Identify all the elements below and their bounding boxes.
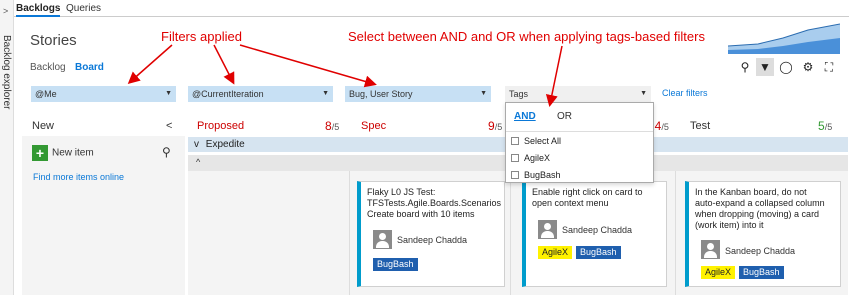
tags-filter[interactable]: Tags ▼: [505, 86, 651, 102]
avatar: [701, 240, 720, 259]
tag-agilex: AgileX: [701, 266, 736, 279]
column-header-spec: Spec: [361, 120, 387, 132]
caret-down-icon: ▼: [640, 90, 647, 97]
cumulative-flow-sparkline[interactable]: [728, 20, 840, 54]
chevron-right-icon[interactable]: >: [3, 6, 8, 16]
card-title-line: Create board with 10 items: [367, 209, 475, 219]
card-title-line: auto-expand a collapsed column: [695, 198, 825, 208]
tab-board[interactable]: Board: [75, 62, 104, 73]
column-header-test: Test: [690, 120, 711, 132]
card-title-line: when dropping (moving) a card: [695, 209, 820, 219]
column-header-proposed: Proposed: [197, 120, 245, 132]
tags-dropdown: AND OR Select All AgileX BugBash: [505, 102, 654, 183]
plus-icon: +: [32, 145, 48, 161]
tags-logic-or[interactable]: OR: [557, 111, 572, 122]
fullscreen-icon[interactable]: ⛶: [820, 58, 838, 76]
clear-filters-link[interactable]: Clear filters: [662, 88, 708, 98]
tab-backlogs[interactable]: Backlogs: [16, 3, 61, 17]
swimlane-label: Expedite: [205, 139, 245, 150]
tab-queries[interactable]: Queries: [66, 3, 101, 14]
backlog-explorer-rail[interactable]: > Backlog explorer: [0, 0, 14, 295]
tab-backlog[interactable]: Backlog: [30, 62, 66, 73]
caret-down-icon: ▼: [322, 90, 329, 97]
work-item-type-filter-value: Bug, User Story: [349, 89, 413, 99]
gear-icon[interactable]: ⚙: [799, 58, 817, 76]
card-title-line: Flaky L0 JS Test:: [367, 187, 436, 197]
tag-agilex: AgileX: [538, 246, 573, 259]
page-title: Stories: [30, 32, 77, 49]
avatar: [373, 230, 392, 249]
work-item-card[interactable]: Enable right click on card to open conte…: [522, 181, 667, 287]
broadcast-icon[interactable]: ◯: [777, 58, 795, 76]
tag-option-select-all[interactable]: Select All: [511, 136, 561, 146]
checkbox[interactable]: [511, 137, 519, 145]
work-item-card[interactable]: Flaky L0 JS Test: TFSTests.Agile.Boards.…: [357, 181, 505, 287]
card-title-line: (work item) into it: [695, 220, 764, 230]
checkbox[interactable]: [511, 154, 519, 162]
column-divider: [510, 171, 511, 295]
tag-bugbash: BugBash: [739, 266, 784, 279]
chevron-down-icon: v: [194, 139, 199, 150]
collapse-column-icon[interactable]: <: [166, 120, 172, 132]
search-icon[interactable]: ⚲: [162, 145, 171, 159]
card-title-line: open context menu: [532, 198, 609, 208]
assigned-to-filter-value: @Me: [35, 89, 57, 99]
card-owner[interactable]: Sandeep Chadda: [562, 225, 632, 236]
search-icon[interactable]: ⚲: [736, 58, 754, 76]
tag-bugbash: BugBash: [576, 246, 621, 259]
new-item-button[interactable]: + New item: [32, 145, 94, 161]
wip-count-test: 5/5: [818, 119, 833, 133]
card-title-line: TFSTests.Agile.Boards.Scenarios: [367, 198, 502, 208]
tag-bugbash: BugBash: [373, 258, 418, 271]
card-title-line: Enable right click on card to: [532, 187, 643, 197]
find-more-items-link[interactable]: Find more items online: [33, 172, 124, 182]
wip-count-proposed: 8/5: [325, 119, 340, 133]
annotation-filters-applied: Filters applied: [161, 29, 242, 44]
work-item-card[interactable]: In the Kanban board, do not auto-expand …: [685, 181, 841, 287]
backlog-explorer-label: Backlog explorer: [1, 35, 12, 110]
avatar: [538, 220, 557, 239]
card-owner[interactable]: Sandeep Chadda: [725, 246, 795, 257]
tag-option-agilex[interactable]: AgileX: [511, 153, 550, 163]
tag-option-bugbash[interactable]: BugBash: [511, 170, 561, 180]
annotation-and-or: Select between AND and OR when applying …: [348, 29, 705, 44]
hub-tabs: Backlogs Queries: [14, 0, 849, 17]
chevron-up-icon: ^: [196, 157, 201, 167]
column-header-new: New: [32, 120, 55, 132]
wip-count-spec: 9/5: [488, 119, 503, 133]
card-owner[interactable]: Sandeep Chadda: [397, 235, 467, 246]
column-divider: [349, 171, 350, 295]
iteration-filter-value: @CurrentIteration: [192, 89, 264, 99]
column-divider: [675, 171, 676, 295]
assigned-to-filter[interactable]: @Me ▼: [31, 86, 176, 102]
new-item-label: New item: [52, 147, 94, 159]
card-title-line: In the Kanban board, do not: [695, 187, 807, 197]
work-item-type-filter[interactable]: Bug, User Story ▼: [345, 86, 491, 102]
filter-icon[interactable]: ▼: [756, 58, 774, 76]
checkbox[interactable]: [511, 171, 519, 179]
caret-down-icon: ▼: [165, 90, 172, 97]
caret-down-icon: ▼: [480, 90, 487, 97]
tags-logic-and[interactable]: AND: [514, 111, 536, 122]
tags-filter-placeholder: Tags: [509, 89, 529, 99]
iteration-filter[interactable]: @CurrentIteration ▼: [188, 86, 333, 102]
dropdown-divider: [506, 131, 653, 132]
